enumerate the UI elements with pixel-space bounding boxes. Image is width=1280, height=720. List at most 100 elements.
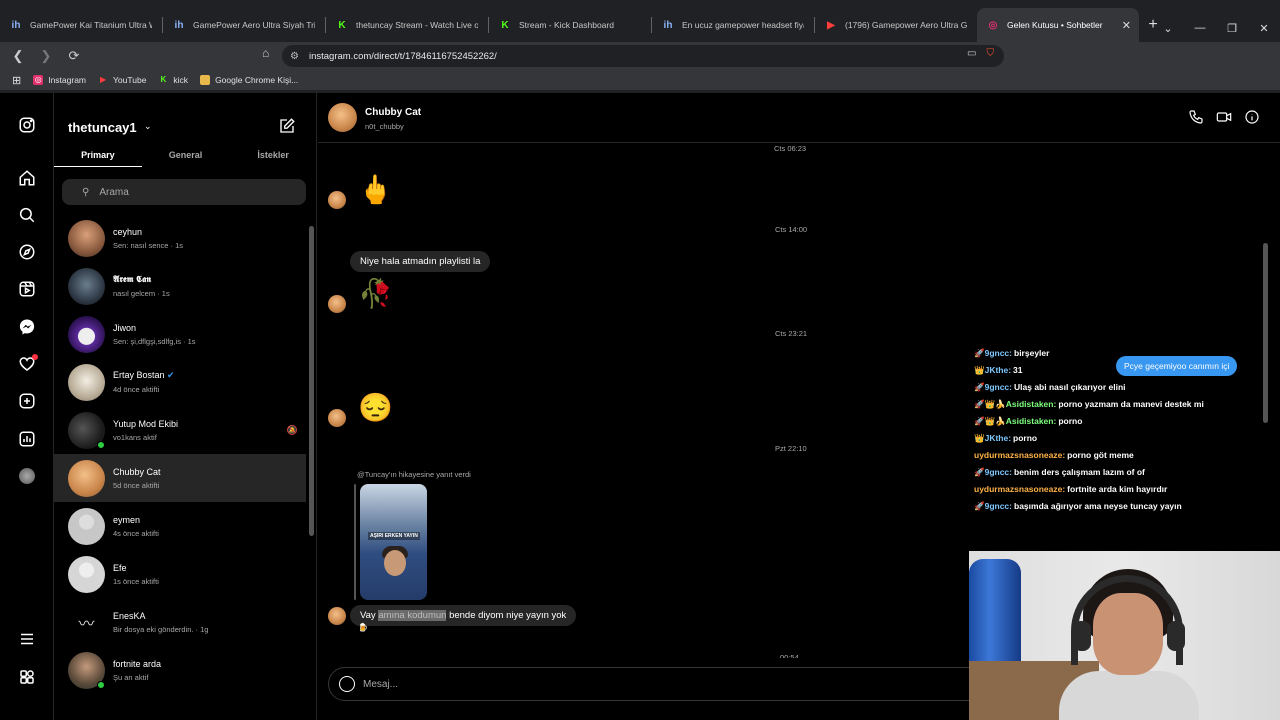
maximize-icon[interactable]: ❐: [1216, 14, 1248, 42]
video-call-icon[interactable]: [1216, 109, 1232, 130]
close-tab-icon[interactable]: ✕: [1122, 19, 1131, 32]
tab-title: En ucuz gamepower headset fiyatları: [682, 20, 804, 30]
sender-avatar: [328, 191, 346, 209]
message-reaction[interactable]: 🍺: [358, 623, 368, 632]
explore-icon[interactable]: [17, 242, 37, 262]
minimize-icon[interactable]: —: [1184, 14, 1216, 42]
sender-avatar: [328, 607, 346, 625]
browser-tab[interactable]: ih En ucuz gamepower headset fiyatları: [652, 8, 814, 42]
brave-shield-icon[interactable]: ⛉: [987, 48, 995, 59]
contact-avatar[interactable]: [328, 103, 357, 132]
conversation-item[interactable]: ceyhun Sen: nasıl sence · 1s: [54, 214, 306, 262]
bookmark-youtube[interactable]: ▶ YouTube: [98, 75, 146, 85]
selected-text[interactable]: amına kodumun: [378, 610, 447, 621]
create-icon[interactable]: [17, 391, 37, 411]
conversation-item-selected[interactable]: Chubby Cat 5d önce aktifti: [54, 454, 306, 502]
bookmark-kick[interactable]: Kkick: [158, 75, 189, 85]
tab-requests[interactable]: İstekler: [229, 145, 317, 167]
avatar: [68, 219, 105, 257]
message-text: bende diyom niye yayın yok: [446, 610, 567, 621]
profile-avatar[interactable]: [17, 466, 37, 486]
inbox-panel: thetuncay1 ⌄ Primary General İstekler ⚲ …: [54, 93, 317, 720]
webcam-headphone-cup: [1073, 621, 1091, 651]
browser-tab[interactable]: ih GamePower Kai Titanium Ultra Wirel: [0, 8, 162, 42]
tab-search-icon[interactable]: ⌄: [1152, 14, 1184, 42]
bookmark-folder[interactable]: Google Chrome Kişi...: [200, 75, 298, 85]
browser-tab[interactable]: Kthetuncay Stream - Watch Live on Ki: [326, 8, 488, 42]
cast-icon[interactable]: ▭: [967, 48, 976, 59]
scrollbar-thumb[interactable]: [1263, 243, 1268, 423]
conversation-item[interactable]: eymen 4s önce aktifti: [54, 502, 306, 550]
bookmark-instagram[interactable]: ◎ Instagram: [33, 75, 86, 85]
chevron-down-icon[interactable]: ⌄: [144, 121, 152, 132]
reply-indicator-line: [354, 484, 356, 600]
emoji-message[interactable]: 🥀: [358, 277, 393, 310]
stream-chat-line: 🚀9gncc: başımda ağırıyor ama neyse tuncay…: [974, 501, 1230, 512]
notification-dot: [32, 354, 38, 360]
conversation-item[interactable]: Jiwon Sen: şi,dflgşi,sdlfg,is · 1s: [54, 310, 306, 358]
chat-badge-icon: 🚀: [974, 467, 985, 477]
conversation-item[interactable]: 〰 EnesKA Bir dosya eki gönderdin. · 1g: [54, 598, 306, 646]
new-message-icon[interactable]: [278, 117, 296, 135]
browser-tab[interactable]: ▶ (1796) Gamepower Aero Ultra Gerçe: [815, 8, 977, 42]
sender-avatar: [328, 409, 346, 427]
chat-scrollbar[interactable]: [1263, 153, 1268, 453]
inbox-tabs: Primary General İstekler: [54, 145, 317, 167]
tab-primary[interactable]: Primary: [54, 145, 142, 167]
back-icon[interactable]: ❮: [8, 46, 28, 66]
chat-username: uydurmazsnasoneaze:: [974, 484, 1066, 494]
conversation-item[interactable]: Efe 1s önce aktifti: [54, 550, 306, 598]
reels-icon[interactable]: [17, 279, 37, 299]
story-thumbnail[interactable]: AŞIRI ERKEN YAYIN: [360, 484, 427, 600]
story-reply-note: @Tuncay'ın hikayesine yanıt verdi: [357, 470, 471, 479]
also-from-meta-icon[interactable]: [17, 667, 37, 687]
search-icon[interactable]: [17, 205, 37, 225]
address-bar[interactable]: ⚙ instagram.com/direct/t/178461167524522…: [282, 45, 1004, 67]
message-text: Vay: [360, 610, 379, 621]
message-bubble[interactable]: Vay amına kodumun bende diyom niye yayın…: [350, 605, 577, 626]
inbox-scrollbar[interactable]: [309, 226, 314, 536]
tab-title: GamePower Kai Titanium Ultra Wirel: [30, 20, 152, 30]
phone-call-icon[interactable]: [1188, 109, 1204, 130]
message-bubble[interactable]: Niye hala atmadın playlisti la: [350, 251, 491, 272]
search-input[interactable]: ⚲ Arama: [62, 179, 306, 205]
chat-username: Asidistaken:: [1005, 416, 1057, 426]
emoji-message[interactable]: 🖕: [358, 173, 393, 206]
bookmark-label: Google Chrome Kişi...: [215, 75, 299, 85]
default-avatar: [68, 555, 105, 593]
conversation-item[interactable]: Ertay Bostan ✔ 4d önce aktifti: [54, 358, 306, 406]
emoji-picker-icon[interactable]: [339, 676, 355, 692]
account-username[interactable]: thetuncay1: [68, 120, 137, 135]
contact-name[interactable]: Chubby Cat: [365, 107, 421, 118]
browser-tab[interactable]: K Stream - Kick Dashboard: [489, 8, 651, 42]
conversation-preview: Bir dosya eki gönderdin. · 1g: [113, 624, 209, 634]
close-window-icon[interactable]: ✕: [1248, 14, 1280, 42]
conversation-item[interactable]: 𝕬𝖗𝖊𝖒 𝕮𝖆𝖓 nasıl gelcem · 1s: [54, 262, 306, 310]
stream-chat-overlay: 🚀9gncc: birşeyler 👑JKthe: 31 🚀9gncc: Ulaş a…: [974, 348, 1230, 518]
apps-icon[interactable]: ⊞: [12, 74, 21, 87]
dashboard-icon[interactable]: [17, 429, 37, 449]
conversation-name: Chubby Cat: [113, 466, 161, 477]
chat-text: porno yazmam da manevi destek mi: [1058, 399, 1204, 409]
instagram-logo-icon[interactable]: [17, 115, 37, 135]
avatar: [68, 315, 105, 353]
site-info-icon[interactable]: ⚙: [290, 51, 299, 62]
emoji-message[interactable]: 😔: [358, 391, 393, 424]
notifications-icon[interactable]: [17, 354, 38, 374]
more-menu-icon[interactable]: [17, 629, 37, 649]
bookmark-icon[interactable]: ⌂: [262, 46, 269, 60]
webcam-overlay: [969, 551, 1280, 720]
conversation-item[interactable]: fortnite arda Şu an aktif: [54, 646, 306, 694]
conversation-item[interactable]: Yutup Mod Ekibi vo1kans aktif 🔕: [54, 406, 306, 454]
browser-tab-active[interactable]: ◎ Gelen Kutusu • Sohbetler ✕: [977, 8, 1139, 42]
info-icon[interactable]: [1244, 109, 1260, 130]
message-timestamp: Cts 06:23: [774, 144, 807, 153]
browser-tab[interactable]: ih GamePower Aero Ultra Siyah Triple M: [163, 8, 325, 42]
conversation-name: 𝕬𝖗𝖊𝖒 𝕮𝖆𝖓: [113, 274, 151, 284]
tab-general[interactable]: General: [142, 145, 230, 167]
forward-icon[interactable]: ❯: [36, 46, 56, 66]
messenger-icon[interactable]: [17, 317, 37, 337]
home-icon[interactable]: [17, 168, 37, 188]
verified-badge-icon: ✔: [167, 370, 175, 380]
reload-icon[interactable]: ⟳: [64, 46, 84, 66]
